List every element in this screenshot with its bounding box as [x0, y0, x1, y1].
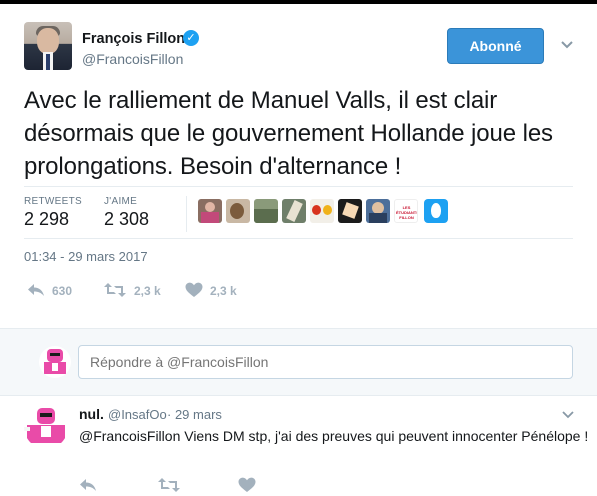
commenter-avatar[interactable] [24, 405, 68, 449]
chevron-down-icon[interactable] [562, 408, 574, 420]
liker-avatar[interactable]: LES ÉTUDIANTS FILLON [394, 199, 418, 223]
heart-icon[interactable] [238, 477, 256, 493]
reply-count: 630 [52, 284, 73, 298]
comment-time[interactable]: · 29 mars [167, 407, 222, 422]
reply-action[interactable]: 630 [27, 282, 87, 298]
author-name[interactable]: François Fillon [82, 31, 185, 47]
liker-avatar[interactable] [310, 199, 334, 223]
user-avatar[interactable] [39, 346, 71, 378]
liker-avatar[interactable] [198, 199, 222, 223]
heart-icon [185, 282, 203, 297]
reply-icon[interactable] [79, 477, 97, 493]
liker-avatar[interactable] [424, 199, 448, 223]
tweet-timestamp[interactable]: 01:34 - 29 mars 2017 [24, 249, 148, 264]
author-handle[interactable]: @FrancoisFillon [82, 51, 183, 67]
comment-text: @FrancoisFillon Viens DM stp, j'ai des p… [79, 428, 589, 444]
commenter-handle[interactable]: @InsafOo [108, 407, 167, 422]
divider [24, 186, 573, 187]
verified-badge-icon: ✓ [183, 30, 199, 46]
commenter-name[interactable]: nul. [79, 406, 104, 422]
like-action[interactable]: 2,3 k [185, 282, 255, 298]
likes-label: J'AIME [104, 196, 138, 207]
liker-avatar[interactable] [254, 199, 278, 223]
follow-button[interactable]: Abonné [447, 28, 544, 64]
retweets-count[interactable]: 2 298 [24, 209, 69, 230]
tweet-text: Avec le ralliement de Manuel Valls, il e… [24, 87, 553, 180]
liker-avatar[interactable] [226, 199, 250, 223]
retweet-icon[interactable] [158, 477, 180, 493]
retweets-label: RETWEETS [24, 196, 82, 207]
liker-avatar[interactable] [338, 199, 362, 223]
like-count: 2,3 k [210, 284, 237, 298]
liker-avatar[interactable] [366, 199, 390, 223]
divider [24, 238, 573, 239]
retweet-icon [104, 283, 126, 297]
top-edge-bar [0, 0, 597, 4]
liker-avatar[interactable] [282, 199, 306, 223]
retweet-action[interactable]: 2,3 k [104, 282, 174, 298]
chevron-down-icon[interactable] [560, 38, 574, 52]
stats-separator [186, 196, 187, 232]
likes-count[interactable]: 2 308 [104, 209, 149, 230]
reply-input[interactable] [78, 345, 573, 379]
retweet-count: 2,3 k [134, 284, 161, 298]
reply-icon [28, 284, 44, 296]
liker-badge: LES ÉTUDIANTS FILLON [396, 205, 418, 220]
author-avatar[interactable] [24, 22, 72, 70]
